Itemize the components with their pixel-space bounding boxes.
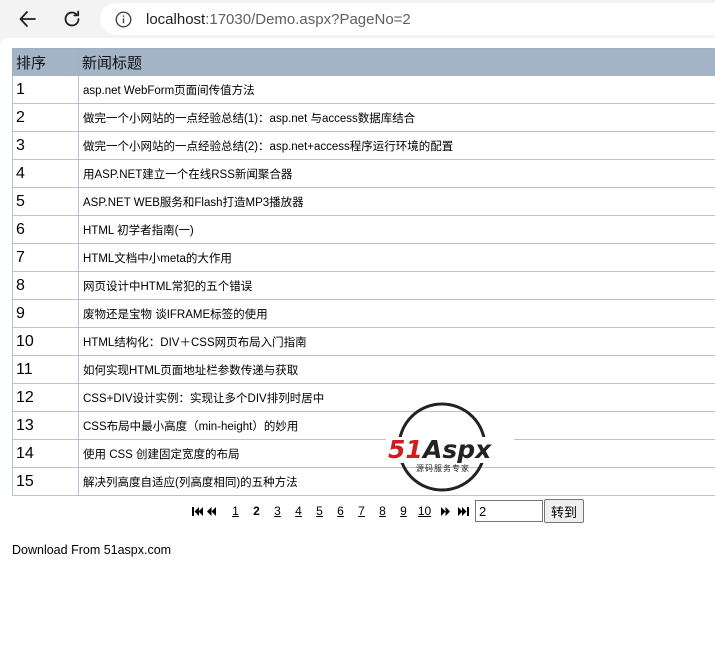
column-header-order: 排序 bbox=[12, 48, 79, 76]
news-title-link[interactable]: 做完一个小网站的一点经验总结(1)：asp.net 与access数据库结合 bbox=[83, 113, 415, 125]
page-content: 排序 新闻标题 1 asp.net WebForm页面间传值方法 2 做完一个小网站的… bbox=[0, 38, 715, 658]
row-number: 3 bbox=[12, 131, 79, 160]
page-link-1[interactable]: 1 bbox=[225, 504, 246, 518]
table-row: 3 做完一个小网站的一点经验总结(2)：asp.net+access程序运行环境的… bbox=[12, 131, 715, 160]
row-number: 7 bbox=[12, 243, 79, 272]
back-button[interactable] bbox=[13, 4, 43, 34]
row-title-cell: asp.net WebForm页面间传值方法 bbox=[78, 75, 715, 104]
news-title-link[interactable]: 使用 CSS 创建固定宽度的布局 bbox=[83, 449, 240, 461]
table-row: 2 做完一个小网站的一点经验总结(1)：asp.net 与access数据库结合 bbox=[12, 103, 715, 132]
news-title-link[interactable]: HTML文档中小meta的大作用 bbox=[83, 253, 232, 265]
table-header-row: 排序 新闻标题 bbox=[12, 48, 715, 76]
row-number: 1 bbox=[12, 75, 79, 104]
row-title-cell: HTML文档中小meta的大作用 bbox=[78, 243, 715, 272]
table-row: 9 废物还是宝物 谈IFRAME标签的使用 bbox=[12, 299, 715, 328]
page-link-6[interactable]: 6 bbox=[330, 504, 351, 518]
row-number: 11 bbox=[12, 355, 79, 384]
watermark-brand-aspx: Aspx bbox=[421, 435, 492, 464]
row-title-cell: 用ASP.NET建立一个在线RSS新闻聚合器 bbox=[78, 159, 715, 188]
row-title-cell: 网页设计中HTML常犯的五个错误 bbox=[78, 271, 715, 300]
table-row: 14 使用 CSS 创建固定宽度的布局 bbox=[12, 439, 715, 468]
page-links: 1 2 3 4 5 6 7 8 9 10 bbox=[225, 504, 435, 518]
news-title-link[interactable]: HTML 初学者指南(一) bbox=[83, 225, 194, 237]
table-row: 8 网页设计中HTML常犯的五个错误 bbox=[12, 271, 715, 300]
row-number: 12 bbox=[12, 383, 79, 412]
row-title-cell: 做完一个小网站的一点经验总结(1)：asp.net 与access数据库结合 bbox=[78, 103, 715, 132]
table-row: 12 CSS+DIV设计实例：实现让多个DIV排列时居中 bbox=[12, 383, 715, 412]
last-page-button[interactable] bbox=[458, 506, 469, 516]
table-row: 13 CSS布局中最小高度（min-height）的妙用 bbox=[12, 411, 715, 440]
table-row: 10 HTML结构化：DIV＋CSS网页布局入门指南 bbox=[12, 327, 715, 356]
page-number-input[interactable] bbox=[475, 500, 543, 522]
browser-toolbar: localhost:17030/Demo.aspx?PageNo=2 bbox=[0, 0, 715, 38]
row-title-cell: 如何实现HTML页面地址栏参数传递与获取 bbox=[78, 355, 715, 384]
url-path: :17030/Demo.aspx?PageNo=2 bbox=[205, 10, 411, 28]
row-number: 6 bbox=[12, 215, 79, 244]
page-link-8[interactable]: 8 bbox=[372, 504, 393, 518]
row-number: 5 bbox=[12, 187, 79, 216]
first-page-icon bbox=[192, 506, 203, 516]
news-title-link[interactable]: 解决列高度自适应(列高度相同)的五种方法 bbox=[83, 477, 298, 489]
watermark-brand-51: 51 bbox=[388, 435, 423, 464]
watermark-logo: 51 Aspx 源码服务专家 bbox=[386, 402, 514, 492]
footer-text: Download From 51aspx.com bbox=[12, 543, 172, 557]
news-title-link[interactable]: 做完一个小网站的一点经验总结(2)：asp.net+access程序运行环境的配… bbox=[83, 141, 453, 153]
row-title-cell: 废物还是宝物 谈IFRAME标签的使用 bbox=[78, 299, 715, 328]
news-title-link[interactable]: CSS布局中最小高度（min-height）的妙用 bbox=[83, 421, 298, 433]
row-number: 4 bbox=[12, 159, 79, 188]
news-title-link[interactable]: 如何实现HTML页面地址栏参数传递与获取 bbox=[83, 365, 298, 377]
news-title-link[interactable]: CSS+DIV设计实例：实现让多个DIV排列时居中 bbox=[83, 393, 324, 405]
address-bar[interactable]: localhost:17030/Demo.aspx?PageNo=2 bbox=[100, 3, 715, 35]
row-number: 14 bbox=[12, 439, 79, 468]
row-number: 10 bbox=[12, 327, 79, 356]
row-title-cell: ASP.NET WEB服务和Flash打造MP3播放器 bbox=[78, 187, 715, 216]
next-page-icon bbox=[441, 506, 450, 516]
table-row: 15 解决列高度自适应(列高度相同)的五种方法 bbox=[12, 467, 715, 496]
last-page-icon bbox=[458, 506, 469, 516]
news-table: 排序 新闻标题 1 asp.net WebForm页面间传值方法 2 做完一个小网站的… bbox=[12, 48, 715, 496]
row-number: 2 bbox=[12, 103, 79, 132]
news-title-link[interactable]: 网页设计中HTML常犯的五个错误 bbox=[83, 281, 252, 293]
next-page-button[interactable] bbox=[441, 506, 450, 516]
table-row: 6 HTML 初学者指南(一) bbox=[12, 215, 715, 244]
info-icon[interactable] bbox=[115, 10, 132, 28]
row-title-cell: HTML结构化：DIV＋CSS网页布局入门指南 bbox=[78, 327, 715, 356]
column-header-title: 新闻标题 bbox=[78, 48, 715, 76]
news-title-link[interactable]: 用ASP.NET建立一个在线RSS新闻聚合器 bbox=[83, 169, 292, 181]
news-title-link[interactable]: ASP.NET WEB服务和Flash打造MP3播放器 bbox=[83, 197, 304, 209]
row-title-cell: 做完一个小网站的一点经验总结(2)：asp.net+access程序运行环境的配… bbox=[78, 131, 715, 160]
go-button[interactable]: 转到 bbox=[544, 499, 585, 523]
table-row: 7 HTML文档中小meta的大作用 bbox=[12, 243, 715, 272]
page-link-3[interactable]: 3 bbox=[267, 504, 288, 518]
table-row: 4 用ASP.NET建立一个在线RSS新闻聚合器 bbox=[12, 159, 715, 188]
pager: 12345678910 转到 bbox=[192, 499, 585, 523]
prev-page-button[interactable] bbox=[207, 506, 216, 516]
page-link-7[interactable]: 7 bbox=[351, 504, 372, 518]
arrow-left-icon bbox=[19, 11, 36, 27]
row-number: 8 bbox=[12, 271, 79, 300]
reload-button[interactable] bbox=[57, 4, 87, 34]
table-row: 5 ASP.NET WEB服务和Flash打造MP3播放器 bbox=[12, 187, 715, 216]
news-title-link[interactable]: HTML结构化：DIV＋CSS网页布局入门指南 bbox=[83, 337, 307, 349]
page-link-4[interactable]: 4 bbox=[288, 504, 309, 518]
table-row: 1 asp.net WebForm页面间传值方法 bbox=[12, 75, 715, 104]
first-page-button[interactable] bbox=[192, 506, 203, 516]
prev-page-icon bbox=[207, 506, 216, 516]
current-page-number: 2 bbox=[253, 504, 260, 518]
page-link-10[interactable]: 10 bbox=[414, 504, 435, 518]
page-link-5[interactable]: 5 bbox=[309, 504, 330, 518]
table-row: 11 如何实现HTML页面地址栏参数传递与获取 bbox=[12, 355, 715, 384]
row-title-cell: HTML 初学者指南(一) bbox=[78, 215, 715, 244]
news-table-body: 1 asp.net WebForm页面间传值方法 2 做完一个小网站的一点经验总结(1… bbox=[12, 75, 715, 496]
url-text[interactable]: localhost:17030/Demo.aspx?PageNo=2 bbox=[146, 11, 411, 28]
url-host: localhost bbox=[146, 10, 206, 28]
row-number: 15 bbox=[12, 467, 79, 496]
news-title-link[interactable]: 废物还是宝物 谈IFRAME标签的使用 bbox=[83, 309, 268, 321]
row-number: 9 bbox=[12, 299, 79, 328]
page-link-9[interactable]: 9 bbox=[393, 504, 414, 518]
row-number: 13 bbox=[12, 411, 79, 440]
watermark-tagline: 源码服务专家 bbox=[416, 463, 470, 473]
reload-icon bbox=[64, 10, 80, 27]
news-title-link[interactable]: asp.net WebForm页面间传值方法 bbox=[83, 85, 255, 97]
